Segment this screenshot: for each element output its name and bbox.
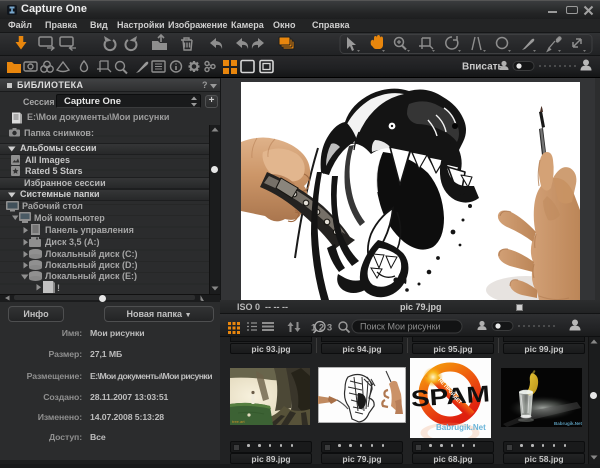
svg-text:tree.art: tree.art [232,419,246,424]
svg-text:Вписать: Вписать [462,62,504,73]
svg-text:Babrugik.Net: Babrugik.Net [554,421,582,426]
svg-text:Babrugik.Net: Babrugik.Net [436,423,486,432]
svg-text:Поиск Мои рисунки: Поиск Мои рисунки [360,322,441,332]
